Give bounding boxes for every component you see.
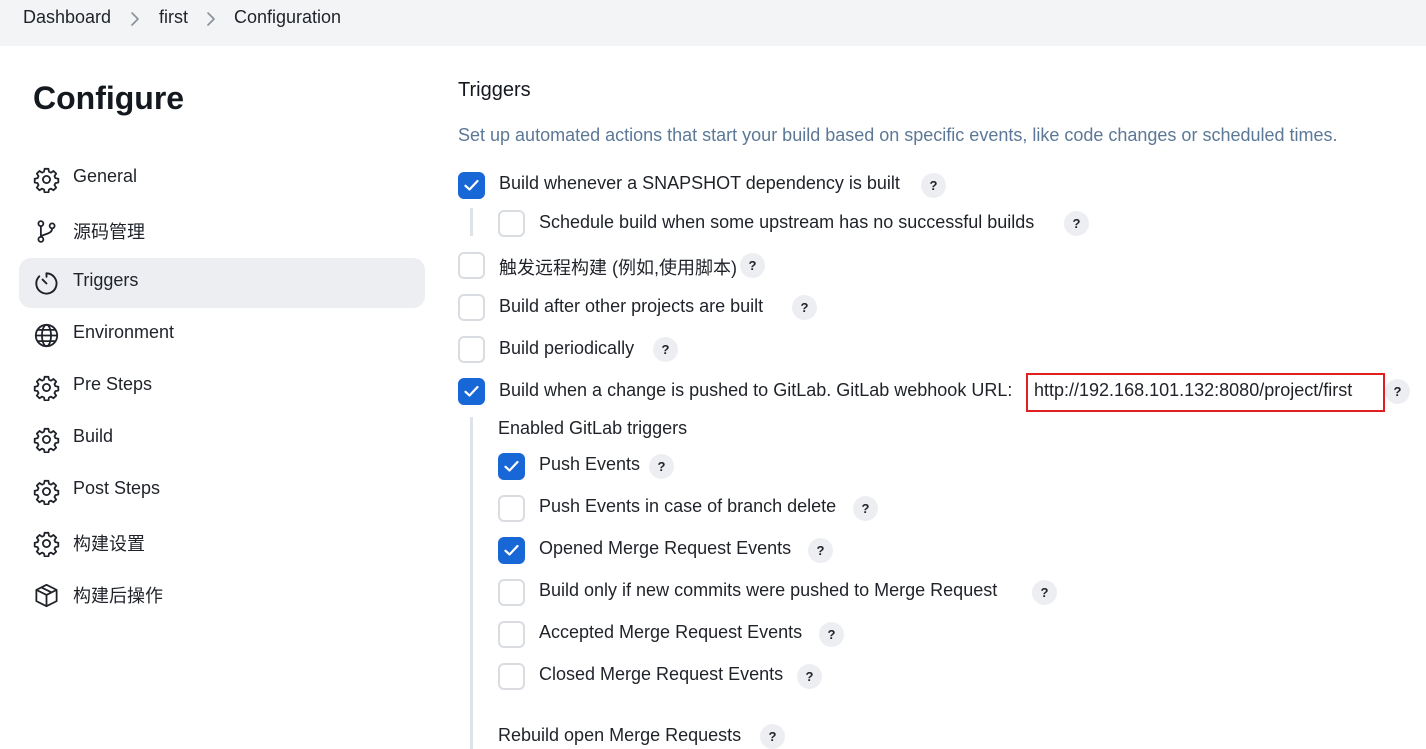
closed-mr-checkbox[interactable]: [498, 663, 525, 690]
gear-icon: [33, 530, 60, 557]
accepted-mr-checkbox[interactable]: [498, 621, 525, 648]
push-branch-delete-checkbox[interactable]: [498, 495, 525, 522]
help-icon[interactable]: ?: [1385, 379, 1410, 404]
build-periodically-checkbox[interactable]: [458, 336, 485, 363]
gitlab-triggers-heading: Enabled GitLab triggers: [498, 418, 688, 438]
sidebar-item-general[interactable]: General: [19, 154, 425, 204]
nesting-line: [470, 208, 473, 236]
chevron-right-icon: [204, 10, 218, 28]
accepted-mr-label: Accepted Merge Request Events: [539, 622, 803, 642]
gear-icon: [33, 426, 60, 453]
breadcrumb-first[interactable]: first: [159, 7, 188, 28]
package-icon: [33, 582, 60, 609]
help-icon[interactable]: ?: [740, 253, 765, 278]
sidebar-item-label: 构建后操作: [73, 586, 163, 606]
help-icon[interactable]: ?: [1064, 211, 1089, 236]
gear-icon: [33, 374, 60, 401]
section-description: Set up automated actions that start your…: [458, 125, 1338, 145]
sidebar-item-label: Pre Steps: [73, 374, 153, 394]
help-icon[interactable]: ?: [653, 337, 678, 362]
sidebar-item-pre-steps[interactable]: Pre Steps: [19, 362, 425, 412]
new-commits-mr-checkbox[interactable]: [498, 579, 525, 606]
push-branch-delete-label: Push Events in case of branch delete: [539, 496, 837, 516]
sidebar-item-post-steps[interactable]: Post Steps: [19, 466, 425, 516]
webhook-url: http://192.168.101.132:8080/project/firs…: [1034, 380, 1353, 400]
snapshot-dependency-label: Build whenever a SNAPSHOT dependency is …: [499, 173, 900, 193]
sidebar-item-label: Post Steps: [73, 478, 161, 498]
page-title: Configure: [33, 80, 185, 116]
schedule-upstream-label: Schedule build when some upstream has no…: [539, 212, 1035, 232]
opened-mr-label: Opened Merge Request Events: [539, 538, 792, 558]
gear-icon: [33, 166, 60, 193]
sidebar-item-environment[interactable]: Environment: [19, 310, 425, 360]
schedule-upstream-checkbox[interactable]: [498, 210, 525, 237]
sidebar-item-label: 构建设置: [73, 534, 145, 554]
sidebar-item-label: 源码管理: [73, 222, 145, 242]
snapshot-dependency-checkbox[interactable]: [458, 172, 485, 199]
gitlab-push-checkbox[interactable]: [458, 378, 485, 405]
sidebar-item-label: Build: [73, 426, 114, 446]
breadcrumb: Dashboard first Configuration: [0, 0, 1426, 46]
help-icon[interactable]: ?: [853, 496, 878, 521]
sidebar-item-triggers[interactable]: Triggers: [19, 258, 425, 308]
gitlab-push-label: Build when a change is pushed to GitLab.…: [499, 380, 1013, 400]
breadcrumb-configuration[interactable]: Configuration: [234, 7, 341, 28]
help-icon[interactable]: ?: [649, 454, 674, 479]
sidebar-item-post-build-actions[interactable]: 构建后操作: [19, 570, 425, 620]
help-icon[interactable]: ?: [1032, 580, 1057, 605]
help-icon[interactable]: ?: [808, 538, 833, 563]
sidebar-item-label: Triggers: [73, 270, 139, 290]
closed-mr-label: Closed Merge Request Events: [539, 664, 784, 684]
breadcrumb-dashboard[interactable]: Dashboard: [23, 7, 111, 28]
build-periodically-label: Build periodically: [499, 338, 635, 358]
help-icon[interactable]: ?: [819, 622, 844, 647]
sidebar-item-build[interactable]: Build: [19, 414, 425, 464]
push-events-checkbox[interactable]: [498, 453, 525, 480]
help-icon[interactable]: ?: [792, 295, 817, 320]
build-after-projects-label: Build after other projects are built: [499, 296, 764, 316]
help-icon[interactable]: ?: [760, 724, 785, 749]
rebuild-open-mr-label: Rebuild open Merge Requests: [498, 725, 742, 745]
remote-trigger-label: 触发远程构建 (例如,使用脚本): [499, 258, 737, 278]
help-icon[interactable]: ?: [921, 173, 946, 198]
section-title: Triggers: [458, 79, 531, 101]
sidebar-item-source-control[interactable]: 源码管理: [19, 206, 425, 256]
nesting-line: [470, 417, 473, 749]
sidebar-item-label: Environment: [73, 322, 175, 342]
remote-trigger-checkbox[interactable]: [458, 252, 485, 279]
opened-mr-checkbox[interactable]: [498, 537, 525, 564]
new-commits-mr-label: Build only if new commits were pushed to…: [539, 580, 998, 600]
sidebar-item-build-settings[interactable]: 构建设置: [19, 518, 425, 568]
gear-icon: [33, 478, 60, 505]
chevron-right-icon: [128, 10, 142, 28]
branch-icon: [33, 218, 60, 245]
build-after-projects-checkbox[interactable]: [458, 294, 485, 321]
timer-icon: [33, 270, 60, 297]
globe-icon: [33, 322, 60, 349]
push-events-label: Push Events: [539, 454, 641, 474]
sidebar-item-label: General: [73, 166, 138, 186]
help-icon[interactable]: ?: [797, 664, 822, 689]
